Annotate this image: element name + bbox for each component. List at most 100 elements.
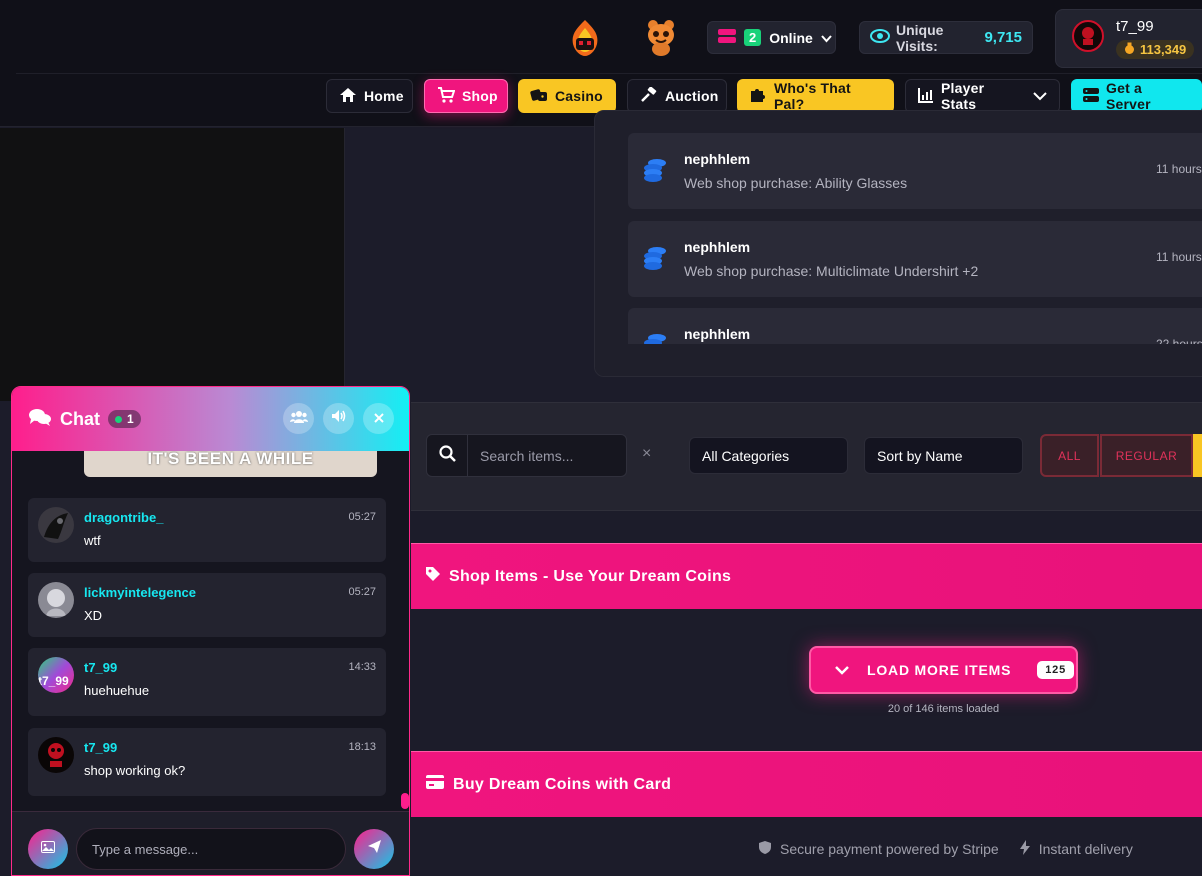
chat-time: 05:27 [348,511,376,523]
chat-time: 18:13 [348,741,376,753]
sort-value: Sort by Name [877,447,963,464]
activity-user: nephhlem [684,151,751,167]
sort-select[interactable]: Sort by Name [864,437,1023,474]
attach-image-button[interactable] [28,829,68,869]
left-panel [0,128,345,401]
tab-next[interactable] [1193,434,1202,477]
load-more-button[interactable]: LOAD MORE ITEMS 125 [809,646,1078,694]
coins-icon [642,245,668,276]
chat-scrollbar[interactable] [401,793,409,809]
secure-payment-text: Secure payment powered by Stripe [780,841,999,857]
close-icon [373,410,384,428]
users-icon [289,410,308,428]
remaining-count-badge: 125 [1037,661,1074,679]
visits-value: 9,715 [984,29,1022,46]
activity-desc: Web shop purchase: Multiclimate Undershi… [684,263,979,279]
search-input[interactable] [467,434,627,477]
search-button[interactable] [426,434,468,477]
activity-feed[interactable]: nephhlem Web shop purchase: Ability Glas… [594,110,1202,377]
chevron-down-icon [821,30,832,46]
nav-shop[interactable]: Shop [424,79,508,113]
activity-user: nephhlem [684,239,751,255]
avatar-label: t7_99 [38,674,69,688]
home-icon [339,87,357,106]
activity-time: 11 hours [1156,162,1202,176]
money-bag-icon [1124,42,1135,57]
chat-username[interactable]: t7_99 [84,740,117,755]
activity-item: nephhlem Web shop purchase: Ability Glas… [628,133,1202,209]
image-icon [41,840,55,858]
clear-search-button[interactable]: × [642,445,651,463]
nav-stats-label: Player Stats [941,80,985,112]
coin-amount: 113,349 [1140,42,1187,57]
user-profile[interactable]: t7_99 113,349 [1055,9,1202,68]
mascot-logo[interactable] [643,17,679,57]
search-icon [438,444,456,467]
tag-icon [425,566,441,587]
chat-sound-button[interactable] [323,403,354,434]
server-icon [718,29,736,46]
nav-auction[interactable]: Auction [627,79,727,113]
site-logo[interactable] [567,18,603,58]
nav-whos-that-pal[interactable]: Who's That Pal? [737,79,894,113]
shop-items-header: Shop Items - Use Your Dream Coins [411,543,1202,609]
chat-text: XD [84,608,103,623]
send-button[interactable] [354,829,394,869]
chat-message: t7_99 shop working ok? 18:13 [28,728,386,796]
cart-icon [437,86,456,106]
activity-desc: Web shop purchase: Ability Glasses [684,175,908,191]
chat-message: dragontribe_ wtf 05:27 [28,498,386,562]
comments-icon [28,407,52,432]
nav-pal-label: Who's That Pal? [774,80,851,112]
nav-home-label: Home [364,88,404,104]
chat-users-button[interactable] [283,403,314,434]
online-count: 2 [744,29,762,46]
chevron-down-icon [835,662,849,678]
dice-icon [530,87,548,106]
chat-message-input[interactable] [76,828,346,870]
chat-text: shop working ok? [84,763,186,778]
avatar[interactable] [38,737,74,773]
chat-online-count: 1 [127,412,134,426]
chat-username[interactable]: dragontribe_ [84,510,163,525]
avatar[interactable]: t7_99 [38,657,74,693]
chart-icon [918,87,934,106]
chat-username[interactable]: lickmyintelegence [84,585,196,600]
nav-home[interactable]: Home [326,79,413,113]
online-dropdown[interactable]: 2 Online [707,21,836,54]
category-select[interactable]: All Categories [689,437,848,474]
chat-username[interactable]: t7_99 [84,660,117,675]
chat-text: huehuehue [84,683,150,698]
chat-panel[interactable]: IT'S BEEN A WHILE dragontribe_ wtf 05:27… [11,386,410,876]
visits-label: Unique Visits: [896,21,944,54]
tab-regular-label: REGULAR [1115,448,1178,463]
chat-time: 05:27 [348,586,376,598]
avatar [1072,20,1104,57]
nav-player-stats[interactable]: Player Stats [905,79,1060,113]
avatar[interactable] [38,582,74,618]
chat-close-button[interactable] [363,403,394,434]
server-icon [1083,87,1099,105]
username: t7_99 [1116,18,1154,35]
coin-balance: 113,349 [1116,40,1195,59]
tab-regular[interactable]: REGULAR [1100,434,1193,477]
chat-online-badge: 1 [108,410,141,428]
bolt-icon [1019,840,1031,858]
online-dot [115,415,122,423]
tab-all[interactable]: ALL [1040,434,1099,477]
chevron-down-icon [1033,88,1047,104]
buy-coins-title: Buy Dream Coins with Card [453,775,672,793]
tab-all-label: ALL [1058,448,1081,463]
puzzle-icon [749,87,767,106]
chat-title: Chat [60,408,100,429]
nav-get-server[interactable]: Get a Server [1071,79,1202,113]
meme-caption: IT'S BEEN A WHILE [147,449,314,468]
activity-item: nephhlem Web shop purchase: Multiclimate… [628,221,1202,297]
nav-casino[interactable]: Casino [518,79,616,113]
avatar[interactable] [38,507,74,543]
online-label: Online [769,29,813,46]
nav-server-label: Get a Server [1106,80,1151,112]
credit-card-icon [425,774,445,795]
load-more-label: LOAD MORE ITEMS [867,662,1012,678]
chat-header: Chat 1 [12,387,409,451]
